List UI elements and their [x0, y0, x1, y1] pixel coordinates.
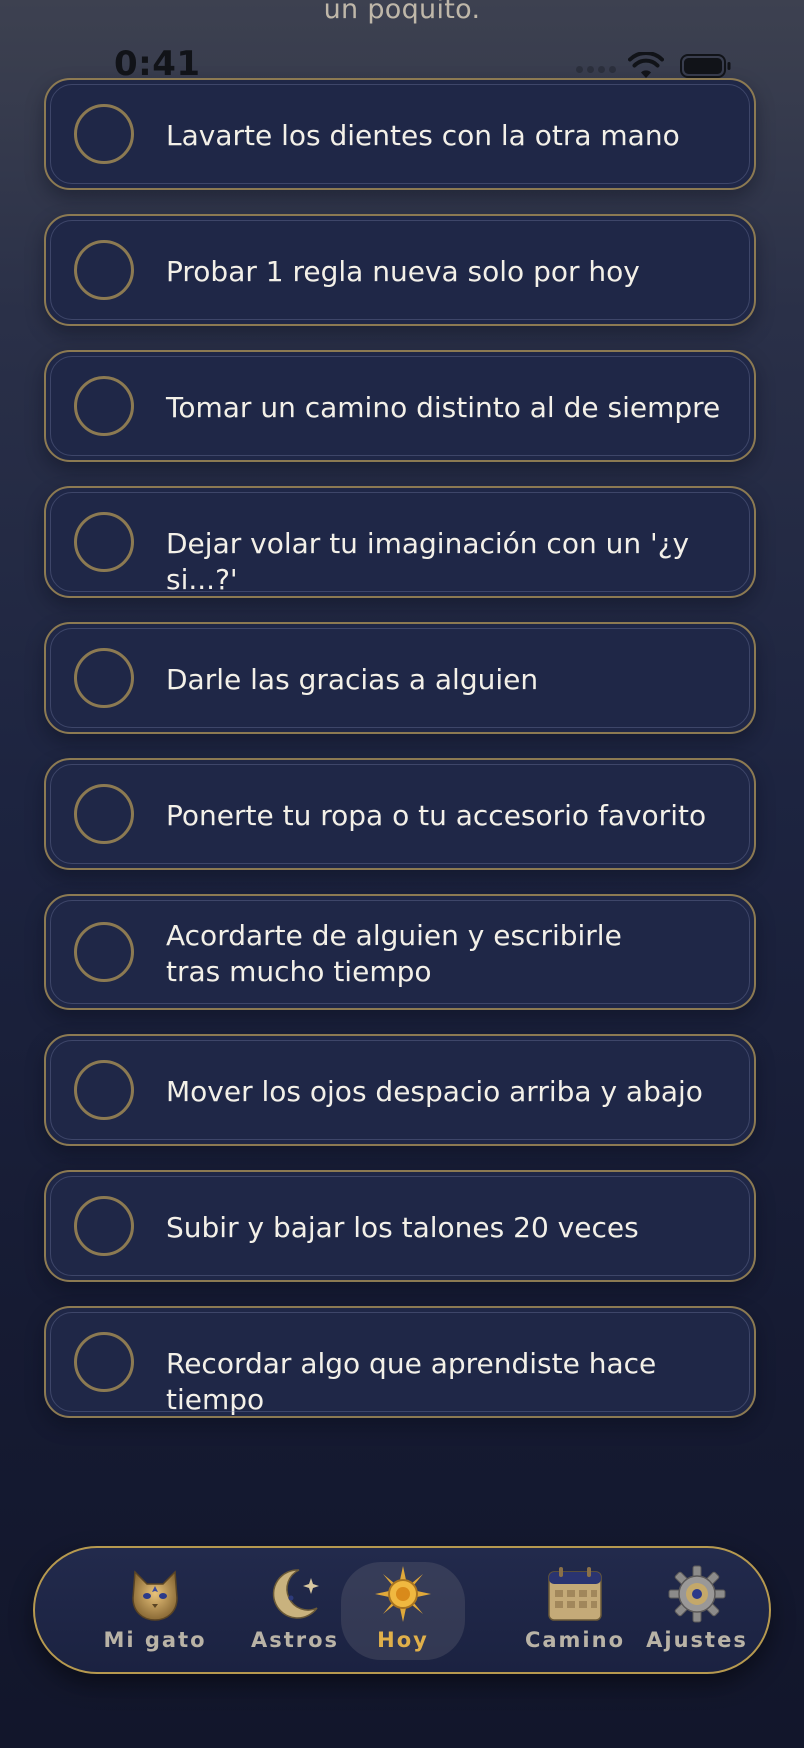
- tab-label: Astros: [250, 1628, 340, 1652]
- task-label: Lavarte los dientes con la otra mano: [166, 119, 680, 152]
- sun-icon: [375, 1566, 431, 1622]
- task-card[interactable]: Subir y bajar los talones 20 veces: [44, 1170, 756, 1282]
- cat-icon: [132, 1570, 178, 1621]
- task-label: Acordarte de alguien y escribirle tras m…: [166, 919, 622, 988]
- task-label: Recordar algo que aprendiste hace tiempo: [166, 1347, 657, 1416]
- status-bar: 0:41: [0, 44, 804, 88]
- task-label: Ponerte tu ropa o tu accesorio favorito: [166, 799, 707, 832]
- moon-star-icon: [272, 1569, 319, 1619]
- task-checkbox[interactable]: [74, 376, 134, 436]
- task-card[interactable]: Mover los ojos despacio arriba y abajo: [44, 1034, 756, 1146]
- wifi-icon: [628, 52, 664, 78]
- calendar-icon: [548, 1567, 602, 1621]
- tab-label: Ajustes: [646, 1628, 748, 1652]
- tab-hoy[interactable]: Hoy: [341, 1562, 465, 1660]
- task-checkbox[interactable]: [74, 240, 134, 300]
- task-checkbox[interactable]: [74, 922, 134, 982]
- task-checkbox[interactable]: [74, 1060, 134, 1120]
- tab-bar: Mi gato Astros Hoy Camino Ajustes: [33, 1546, 771, 1674]
- tab-label: Camino: [524, 1628, 626, 1652]
- tab-astros[interactable]: Astros: [233, 1562, 357, 1660]
- task-checkbox[interactable]: [74, 1196, 134, 1256]
- tab-label: Mi gato: [103, 1628, 207, 1652]
- task-card[interactable]: Lavarte los dientes con la otra mano: [44, 78, 756, 190]
- tab-label: Hoy: [377, 1628, 429, 1652]
- task-card[interactable]: Recordar algo que aprendiste hace tiempo: [44, 1306, 756, 1418]
- gear-icon: [668, 1565, 726, 1623]
- task-label: Tomar un camino distinto al de siempre: [166, 391, 721, 424]
- battery-icon: [680, 54, 731, 78]
- task-label: Mover los ojos despacio arriba y abajo: [166, 1075, 703, 1108]
- header-faded-text: un poquito.: [323, 0, 481, 25]
- task-card[interactable]: Probar 1 regla nueva solo por hoy: [44, 214, 756, 326]
- task-label: Darle las gracias a alguien: [166, 663, 539, 696]
- task-checkbox[interactable]: [74, 104, 134, 164]
- task-card[interactable]: Tomar un camino distinto al de siempre: [44, 350, 756, 462]
- task-checkbox[interactable]: [74, 784, 134, 844]
- task-label: Subir y bajar los talones 20 veces: [166, 1211, 639, 1244]
- task-label: Dejar volar tu imaginación con un '¿y si…: [166, 527, 690, 596]
- task-checkbox[interactable]: [74, 1332, 134, 1392]
- task-checkbox[interactable]: [74, 512, 134, 572]
- tab-mi-gato[interactable]: Mi gato: [93, 1562, 217, 1660]
- status-time: 0:41: [114, 44, 201, 84]
- task-card[interactable]: Acordarte de alguien y escribirle tras m…: [44, 894, 756, 1010]
- tab-camino[interactable]: Camino: [513, 1562, 637, 1660]
- signal-dots-icon: [576, 66, 616, 74]
- task-card[interactable]: Dejar volar tu imaginación con un '¿y si…: [44, 486, 756, 598]
- task-card[interactable]: Ponerte tu ropa o tu accesorio favorito: [44, 758, 756, 870]
- task-label: Probar 1 regla nueva solo por hoy: [166, 255, 640, 288]
- tab-ajustes[interactable]: Ajustes: [635, 1562, 759, 1660]
- task-card[interactable]: Darle las gracias a alguien: [44, 622, 756, 734]
- task-checkbox[interactable]: [74, 648, 134, 708]
